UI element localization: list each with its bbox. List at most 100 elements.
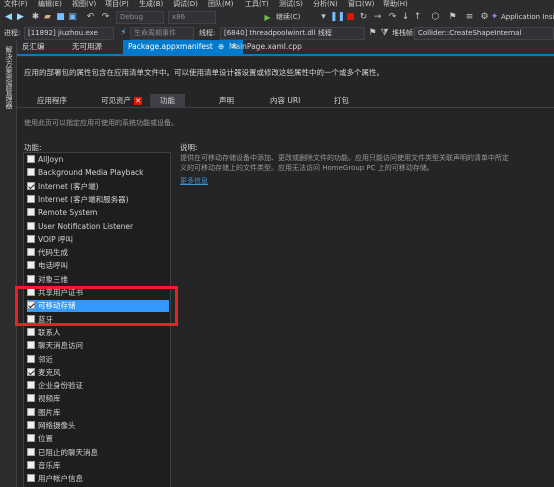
checkbox[interactable] (27, 447, 35, 456)
checkbox-checked[interactable] (27, 181, 35, 190)
thread-dropdown[interactable]: [6840] threadpoolwinrt.dll 线程 (220, 27, 365, 40)
capability-item[interactable]: 代码生成 (27, 247, 169, 259)
tab-mainpage-cpp[interactable]: MainPage.xaml.cpp (224, 40, 304, 54)
checkbox[interactable] (27, 407, 35, 416)
hex-display-icon[interactable]: ⬡ (430, 12, 441, 23)
threads-icon[interactable]: ≡ (464, 12, 475, 23)
capability-item[interactable]: VOIP 呼叫 (27, 234, 169, 246)
menu-test[interactable]: 测试(S) (279, 0, 303, 9)
tab-application[interactable]: 应用程序 (37, 94, 67, 108)
tab-declarations[interactable]: 声明 (219, 94, 234, 108)
more-info-link[interactable]: 更多信息 (180, 176, 208, 186)
capability-item[interactable]: 邻近 (27, 354, 169, 366)
capability-item[interactable]: 网络摄像头 (27, 420, 169, 432)
solution-explorer-strip[interactable]: 解决方案资源管理器 (0, 40, 17, 487)
capability-item[interactable]: 已阻止的聊天消息 (27, 447, 169, 459)
capability-item[interactable]: 图片库 (27, 407, 169, 419)
undo-icon[interactable]: ↶ (85, 12, 96, 23)
capability-item[interactable]: Remote System (27, 207, 169, 219)
capability-label: 用户帐户信息 (38, 474, 83, 484)
play-icon[interactable]: ▶ (262, 12, 273, 23)
menu-help[interactable]: 帮助(H) (383, 0, 408, 9)
checkbox[interactable] (27, 274, 35, 283)
menu-view[interactable]: 视图(V) (72, 0, 96, 9)
capability-item[interactable]: 麦克风 (27, 367, 169, 379)
process-dropdown[interactable]: [11892] jiuzhou.exe (24, 27, 114, 40)
step-over-icon[interactable]: ↷ (387, 12, 398, 23)
checkbox-checked[interactable] (27, 367, 35, 376)
capability-item[interactable]: 联系人 (27, 327, 169, 339)
capability-item[interactable]: Background Media Playback (27, 167, 169, 179)
capability-item[interactable]: Internet (客户端) (27, 181, 169, 193)
debug-tools-icon[interactable]: ⚑ (447, 12, 458, 23)
tab-packaging[interactable]: 打包 (334, 94, 349, 108)
capability-item[interactable]: 对象三维 (27, 274, 169, 286)
capability-item[interactable]: 位置 (27, 433, 169, 445)
checkbox[interactable] (27, 327, 35, 336)
checkbox[interactable] (27, 341, 35, 350)
menu-window[interactable]: 窗口(W) (348, 0, 374, 9)
break-all-icon[interactable]: ❚❚ (330, 12, 345, 23)
back-icon[interactable]: ◀ (3, 12, 14, 23)
capability-item[interactable]: Internet (客户端和服务器) (27, 194, 169, 206)
save-all-icon[interactable]: ▣ (67, 12, 78, 23)
stop-icon[interactable]: ■ (345, 12, 356, 23)
checkbox[interactable] (27, 381, 35, 390)
checkbox[interactable] (27, 354, 35, 363)
menu-tools[interactable]: 工具(T) (245, 0, 269, 9)
checkbox[interactable] (27, 248, 35, 257)
menu-file[interactable]: 文件(F) (4, 0, 28, 9)
restart-icon[interactable]: ↻ (358, 12, 369, 23)
checkbox[interactable] (27, 234, 35, 243)
tab-capabilities[interactable]: 功能 (150, 94, 185, 108)
step-into-icon[interactable]: ↓ (400, 12, 411, 23)
tab-content-uri[interactable]: 内容 URI (270, 94, 300, 108)
thread-filter-icon[interactable]: ⧩ (379, 28, 390, 39)
menu-analyze[interactable]: 分析(N) (313, 0, 338, 9)
capability-item[interactable]: 用户帐户信息 (27, 473, 169, 485)
capability-item[interactable]: 视频库 (27, 393, 169, 405)
capability-item[interactable]: 聊天消息访问 (27, 340, 169, 352)
stack-frame-dropdown[interactable]: Collider::CreateShapeInternal (414, 27, 554, 40)
checkbox[interactable] (27, 221, 35, 230)
checkbox[interactable] (27, 474, 35, 483)
forward-icon[interactable]: ▶ (15, 12, 26, 23)
checkbox[interactable] (27, 155, 35, 163)
menu-project[interactable]: 项目(P) (105, 0, 129, 9)
new-project-icon[interactable]: ✱ (30, 12, 41, 23)
save-icon[interactable]: ■ (55, 12, 66, 23)
checkbox[interactable] (27, 434, 35, 443)
app-insights-button[interactable]: Application Insights (501, 12, 554, 23)
config-dropdown[interactable]: Debug (116, 11, 164, 24)
capability-item[interactable]: AllJoyn (27, 154, 169, 166)
checkbox[interactable] (27, 394, 35, 403)
capability-item[interactable]: 电话呼叫 (27, 260, 169, 272)
tab-visual-assets[interactable]: 可见资产 ✕ (101, 94, 142, 108)
solution-explorer-tab[interactable]: 解决方案资源管理器 (4, 46, 14, 109)
show-next-statement-icon[interactable]: → (372, 12, 383, 23)
tab-no-source[interactable]: 无可用源 (67, 40, 117, 54)
capability-item[interactable]: User Notification Listener (27, 221, 169, 233)
open-folder-icon[interactable]: ▰ (42, 12, 53, 23)
tab-disassembly[interactable]: 反汇编 (17, 40, 53, 54)
checkbox[interactable] (27, 208, 35, 217)
redo-icon[interactable]: ↷ (100, 12, 111, 23)
continue-button[interactable]: 继续(C) (276, 12, 300, 23)
checkbox[interactable] (27, 421, 35, 429)
menu-debug[interactable]: 调试(D) (173, 0, 198, 9)
checkbox[interactable] (27, 168, 35, 177)
capability-item[interactable]: 企业身份验证 (27, 380, 169, 392)
config-extra-icon[interactable]: ▾ (318, 12, 329, 23)
capability-label: 电话呼叫 (38, 261, 68, 271)
thread-flag-icon[interactable]: ⚑ (367, 28, 378, 39)
checkbox[interactable] (27, 261, 35, 270)
menu-team[interactable]: 团队(M) (208, 0, 234, 9)
menu-build[interactable]: 生成(B) (139, 0, 163, 9)
menu-edit[interactable]: 编辑(E) (38, 0, 62, 9)
capability-item[interactable]: 音乐库 (27, 460, 169, 472)
checkbox[interactable] (27, 460, 35, 469)
checkbox[interactable] (27, 194, 35, 203)
lifecycle-dropdown[interactable]: 生命周期事件 (130, 27, 194, 40)
platform-dropdown[interactable]: x86 (168, 11, 216, 24)
step-out-icon[interactable]: ↑ (412, 12, 423, 23)
